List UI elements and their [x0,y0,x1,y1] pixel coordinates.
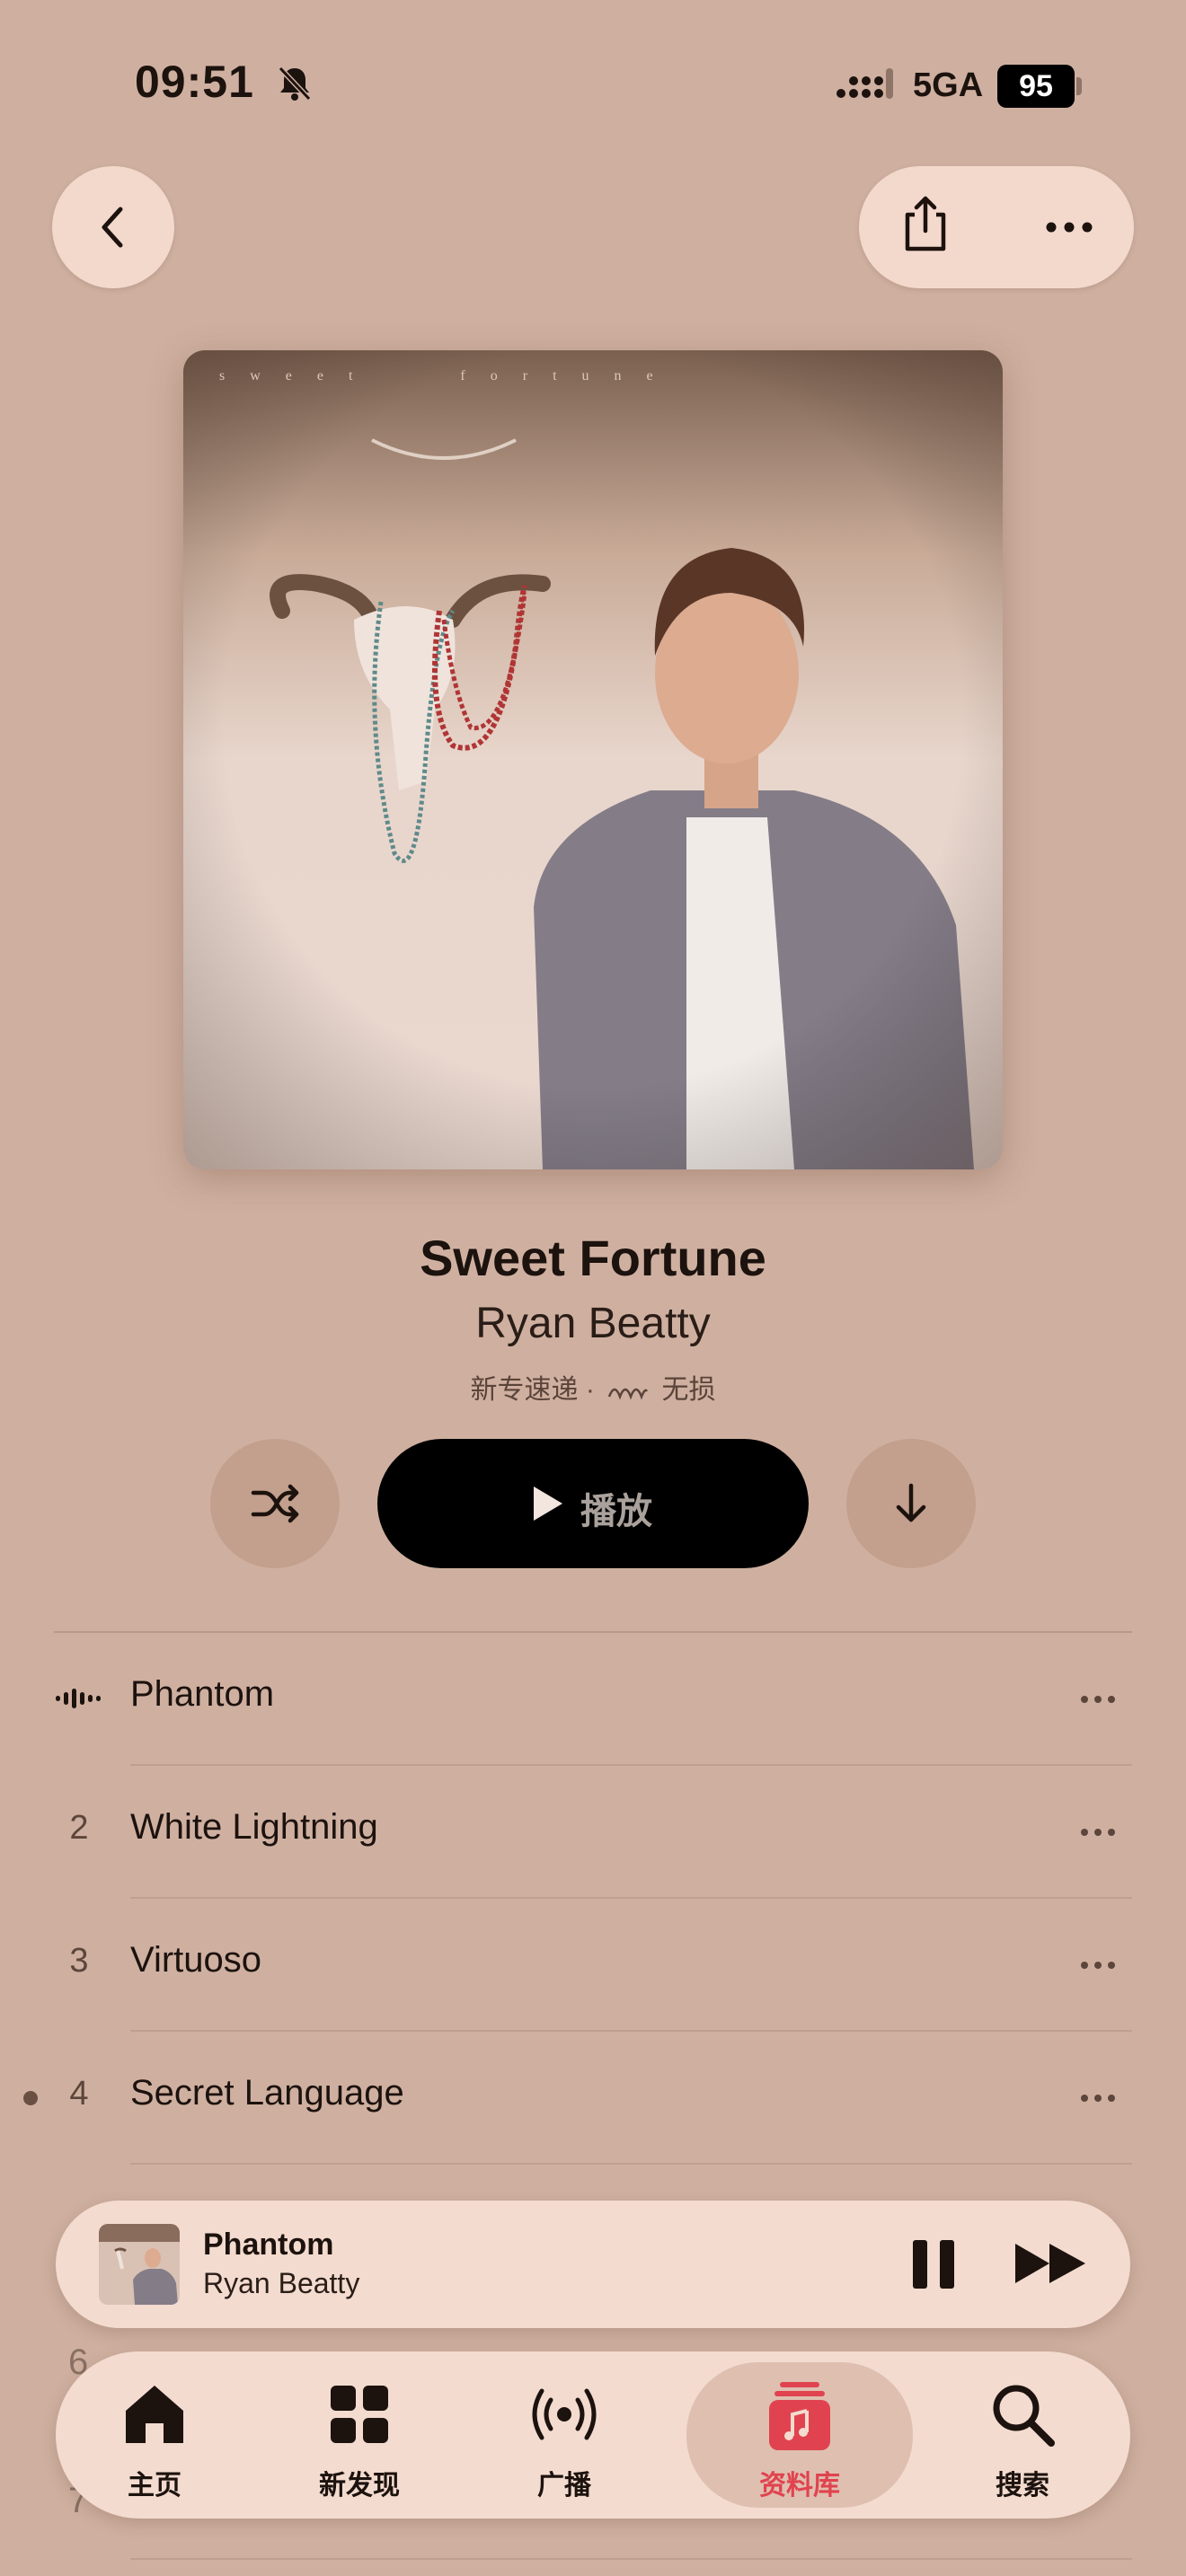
track-row[interactable]: 3 Virtuoso [0,1899,1186,2032]
pause-icon[interactable] [907,2236,961,2292]
tab-home[interactable]: 主页 [56,2351,253,2519]
track-number: 2 [69,1809,89,1847]
tab-browse[interactable]: 新发现 [261,2351,458,2519]
track-title: Phantom [130,1674,275,1714]
tab-search[interactable]: 搜索 [924,2351,1121,2519]
tab-bar: 主页 新发现 广播 资料库 搜索 [56,2351,1130,2519]
ellipsis-icon[interactable] [1044,218,1094,236]
ellipsis-icon[interactable] [1080,1960,1116,1971]
track-row[interactable]: Phantom [0,1633,1186,1766]
mini-player[interactable]: Phantom Ryan Beatty [56,2201,1130,2328]
tab-label: 广播 [537,2471,591,2501]
search-icon [993,2385,1055,2447]
grid-icon [331,2386,388,2443]
ellipsis-icon[interactable] [1080,2093,1116,2104]
radio-icon [532,2388,597,2440]
battery-nub [1076,77,1082,95]
track-row[interactable]: 4 Secret Language [0,2032,1186,2165]
track-row[interactable]: 2 White Lightning [0,1766,1186,1899]
lossless-icon [607,1388,649,1400]
album-cover-image [183,350,1003,1169]
now-playing-wave-icon [56,1689,101,1708]
tab-label: 新发现 [319,2471,400,2501]
download-button[interactable] [846,1439,976,1568]
network-type: 5GA [913,66,984,104]
tab-label: 主页 [128,2471,181,2501]
home-icon [126,2386,183,2443]
row-divider [130,2163,1132,2165]
tab-label: 资料库 [759,2471,840,2501]
actions-pill [859,166,1134,288]
row-divider [130,2558,1132,2560]
artist-name[interactable]: Ryan Beatty [0,1299,1186,1348]
mini-player-artwork [99,2224,180,2305]
track-number: 3 [69,1942,89,1980]
track-number: 4 [69,2075,89,2113]
track-title: Secret Language [130,2073,404,2113]
album-title: Sweet Fortune [420,1230,766,1286]
chevron-left-icon [102,207,123,248]
ellipsis-icon[interactable] [1080,1827,1116,1838]
tab-label: 搜索 [996,2471,1049,2501]
new-track-dot [23,2091,38,2105]
tab-radio[interactable]: 广播 [465,2351,663,2519]
shuffle-icon [251,1484,299,1523]
track-title: Virtuoso [130,1940,262,1980]
album-artwork: sweet fortune [183,350,1003,1169]
play-icon [534,1486,562,1521]
track-title: White Lightning [130,1807,378,1847]
mini-player-title: Phantom [203,2228,334,2262]
share-icon[interactable] [898,193,952,256]
album-meta: 新专速递 · 无损 [0,1367,1186,1407]
mini-player-artist: Ryan Beatty [203,2267,360,2299]
battery-indicator: 95 [997,65,1075,108]
new-release-label: 新专速递 · [470,1375,595,1405]
shuffle-button[interactable] [210,1439,340,1568]
album-page: 09:51 5GA 95 sweet fortune Sweet Fortune… [0,0,1186,2576]
tab-library[interactable]: 资料库 [686,2362,913,2508]
signal-icon [836,68,893,99]
play-label: 播放 [580,1492,652,1531]
download-arrow-icon [896,1483,926,1522]
back-button[interactable] [52,166,174,288]
fast-forward-icon[interactable] [1013,2240,1089,2287]
lossless-label: 无损 [661,1375,716,1405]
status-time: 09:51 [135,57,254,107]
bell-muted-icon [278,66,312,101]
play-button[interactable]: 播放 [377,1439,809,1568]
artwork-caption: sweet fortune [219,368,678,384]
ellipsis-icon[interactable] [1080,1694,1116,1705]
library-icon [769,2382,830,2450]
mini-cover-image [99,2224,180,2305]
